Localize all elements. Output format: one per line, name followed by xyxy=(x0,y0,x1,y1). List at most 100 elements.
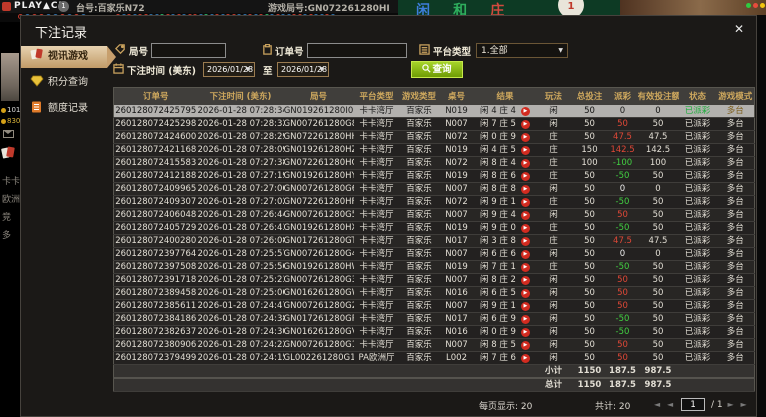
table-row[interactable]: 260128072409307 2026-01-28 07:27:02 GN07… xyxy=(114,195,755,208)
replay-play-icon[interactable]: ▶ xyxy=(521,328,530,337)
chevron-down-icon: ▼ xyxy=(558,44,563,58)
subtotal-bet: 1150 xyxy=(572,364,608,378)
table-row[interactable]: 260128072406048 2026-01-28 07:26:44 GN00… xyxy=(114,208,755,221)
replay-play-icon[interactable]: ▶ xyxy=(521,159,530,168)
prev-page-icon[interactable]: ◄ xyxy=(667,400,673,409)
replay-play-icon[interactable]: ▶ xyxy=(521,237,530,246)
lobby-item-fragment[interactable]: 欧洲 xyxy=(2,192,20,205)
next-page-icon[interactable]: ► xyxy=(727,400,733,409)
table-row[interactable]: 260128072382637 2026-01-28 07:24:30 GN01… xyxy=(114,325,755,338)
replay-play-icon[interactable]: ▶ xyxy=(521,211,530,220)
seat-badge: 1 xyxy=(58,1,69,12)
table-row[interactable]: 260128072385611 2026-01-28 07:24:47 GN00… xyxy=(114,299,755,312)
date-to-picker[interactable]: 2026/01/28 ▼ xyxy=(277,62,329,77)
replay-play-icon[interactable]: ▶ xyxy=(521,341,530,350)
status-dot-icon xyxy=(746,3,751,8)
lobby-item-fragment[interactable]: 多 xyxy=(2,228,11,241)
sidebar-item-quota-records[interactable]: 额度记录 xyxy=(21,98,107,120)
sidebar-item-points-query[interactable]: 积分查询 xyxy=(21,72,107,94)
lobby-item-fragment[interactable]: 竞 xyxy=(2,210,11,223)
replay-play-icon[interactable]: ▶ xyxy=(521,198,530,207)
payout-value: 142.5 xyxy=(610,145,634,155)
first-page-icon[interactable]: ◄ xyxy=(654,400,660,409)
table-row[interactable]: 260128072409965 2026-01-28 07:27:06 GN00… xyxy=(114,182,755,195)
replay-play-icon[interactable]: ▶ xyxy=(521,302,530,311)
order-number-input[interactable] xyxy=(307,43,407,58)
table-row[interactable]: 260128072400280 2026-01-28 07:26:08 GN01… xyxy=(114,234,755,247)
result-text: 闲 8 庄 6 xyxy=(480,171,516,181)
payout-value: 50 xyxy=(617,210,628,220)
column-header: 局号 xyxy=(284,88,354,105)
close-icon[interactable]: ✕ xyxy=(734,23,744,35)
sidebar-item-video-games[interactable]: 视讯游戏 xyxy=(21,46,107,68)
date-from-picker[interactable]: 2026/01/28 ▼ xyxy=(203,62,255,77)
table-row[interactable]: 260128072421168 2026-01-28 07:28:09 GN01… xyxy=(114,143,755,156)
round-filter-label: 局号 xyxy=(129,44,148,58)
payout-value: -50 xyxy=(616,223,630,233)
replay-play-icon[interactable]: ▶ xyxy=(521,224,530,233)
clipboard-icon xyxy=(262,44,273,55)
replay-play-icon[interactable]: ▶ xyxy=(521,107,530,116)
replay-play-icon[interactable]: ▶ xyxy=(521,120,530,129)
payout-value: -50 xyxy=(616,197,630,207)
status-badge: 已派彩 xyxy=(679,351,717,364)
table-row[interactable]: 260128072391718 2026-01-28 07:25:23 GN00… xyxy=(114,273,755,286)
table-row[interactable]: 260128072384186 2026-01-28 07:24:38 GN01… xyxy=(114,312,755,325)
table-row[interactable]: 260128072424600 2026-01-28 07:28:29 GN07… xyxy=(114,130,755,143)
replay-play-icon[interactable]: ▶ xyxy=(521,354,530,363)
replay-play-icon[interactable]: ▶ xyxy=(521,315,530,324)
status-badge: 已派彩 xyxy=(679,182,717,195)
round-number-input[interactable] xyxy=(151,43,226,58)
payout-value: 50 xyxy=(617,301,628,311)
table-row[interactable]: 260128072379499 2026-01-28 07:24:15 GL00… xyxy=(114,351,755,364)
table-row[interactable]: 260128072397508 2026-01-28 07:25:56 GN01… xyxy=(114,260,755,273)
table-row[interactable]: 260128072412188 2026-01-28 07:27:19 GN01… xyxy=(114,169,755,182)
table-row[interactable]: 260128072380906 2026-01-28 07:24:22 GN00… xyxy=(114,338,755,351)
platform-type-select[interactable]: 1.全部 ▼ xyxy=(476,43,568,58)
status-dot-icon xyxy=(760,3,765,8)
replay-play-icon[interactable]: ▶ xyxy=(521,250,530,259)
pagination: ◄ ◄ 1 / 1 ► ► xyxy=(652,398,749,411)
status-badge: 已派彩 xyxy=(679,117,717,130)
result-text: 闲 9 庄 4 xyxy=(480,210,516,220)
table-footer: 每页显示: 20 共计: 20 ◄ ◄ 1 / 1 ► ► xyxy=(107,396,756,414)
replay-play-icon[interactable]: ▶ xyxy=(521,289,530,298)
lobby-item-fragment[interactable]: 卡卡 xyxy=(2,174,20,187)
payout-value: 0 xyxy=(620,106,625,116)
replay-play-icon[interactable]: ▶ xyxy=(521,276,530,285)
table-row[interactable]: 260128072415583 2026-01-28 07:27:38 GN07… xyxy=(114,156,755,169)
status-badge: 已派彩 xyxy=(679,338,717,351)
per-page-label: 每页显示: 20 xyxy=(479,399,532,412)
page-of-label: / 1 xyxy=(711,400,723,410)
result-text: 闲 3 庄 8 xyxy=(480,236,516,246)
mail-icon[interactable] xyxy=(3,130,14,138)
replay-play-icon[interactable]: ▶ xyxy=(521,133,530,142)
replay-play-icon[interactable]: ▶ xyxy=(521,185,530,194)
chevron-down-icon: ▼ xyxy=(319,63,324,77)
status-badge: 已派彩 xyxy=(679,169,717,182)
status-badge: 已派彩 xyxy=(679,260,717,273)
table-row[interactable]: 260128072425298 2026-01-28 07:28:32 GN00… xyxy=(114,117,755,130)
avatar[interactable] xyxy=(1,53,19,101)
tag-icon xyxy=(115,44,126,55)
bet-time-label: 下注时间 (美东) xyxy=(127,63,196,77)
replay-play-icon[interactable]: ▶ xyxy=(521,146,530,155)
payout-value: -50 xyxy=(616,171,630,181)
balance-points: 1012 xyxy=(1,106,20,114)
table-row[interactable]: 260128072397764 2026-01-28 07:25:57 GN00… xyxy=(114,247,755,260)
status-badge: 已派彩 xyxy=(679,312,717,325)
page-number-input[interactable]: 1 xyxy=(681,398,705,411)
result-text: 闲 6 庄 5 xyxy=(480,288,516,298)
payout-value: 47.5 xyxy=(613,132,632,142)
cards-icon[interactable] xyxy=(2,146,16,160)
search-button[interactable]: 查询 xyxy=(411,61,463,78)
column-header: 下注时间 (美东) xyxy=(198,88,284,105)
status-badge: 已派彩 xyxy=(679,156,717,169)
table-row[interactable]: 260128072425795 2026-01-28 07:28:34 GN01… xyxy=(114,105,755,118)
last-page-icon[interactable]: ► xyxy=(740,400,746,409)
replay-play-icon[interactable]: ▶ xyxy=(521,172,530,181)
list-icon xyxy=(419,44,430,55)
table-row[interactable]: 260128072389458 2026-01-28 07:25:06 GN01… xyxy=(114,286,755,299)
replay-play-icon[interactable]: ▶ xyxy=(521,263,530,272)
table-row[interactable]: 260128072405729 2026-01-28 07:26:43 GN01… xyxy=(114,221,755,234)
